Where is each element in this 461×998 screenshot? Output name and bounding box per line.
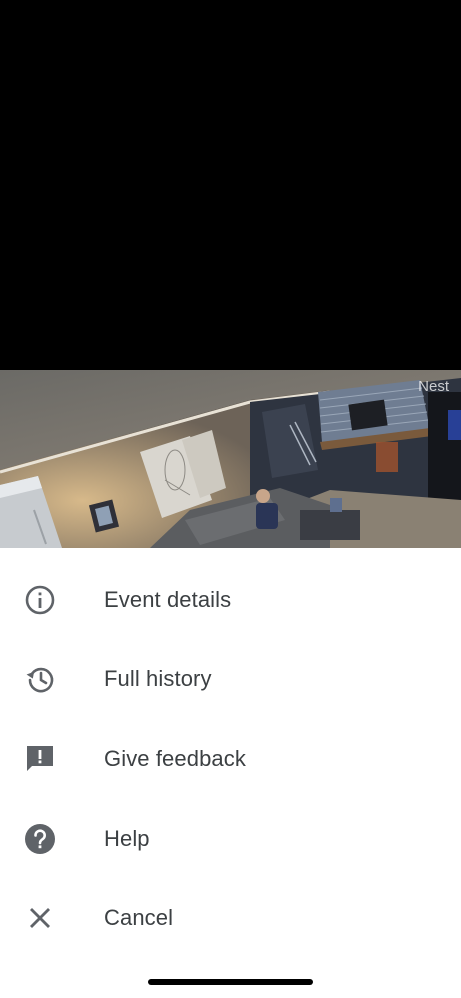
menu-item-label: Give feedback: [104, 745, 246, 771]
menu-item-cancel[interactable]: Cancel: [0, 878, 461, 958]
menu-item-event-details[interactable]: Event details: [0, 560, 461, 640]
home-indicator[interactable]: [148, 979, 313, 985]
menu-item-help[interactable]: Help: [0, 799, 461, 879]
help-icon: [24, 823, 56, 855]
action-menu: Event details Full history Give feedback…: [0, 548, 461, 958]
video-letterbox: [0, 0, 461, 370]
history-icon: [24, 663, 56, 695]
camera-snapshot[interactable]: Nest: [0, 370, 461, 548]
action-sheet: Event details Full history Give feedback…: [0, 548, 461, 998]
close-icon: [24, 902, 56, 934]
menu-item-give-feedback[interactable]: Give feedback: [0, 719, 461, 799]
menu-item-full-history[interactable]: Full history: [0, 640, 461, 720]
menu-item-label: Help: [104, 825, 150, 851]
menu-item-label: Cancel: [104, 905, 174, 931]
menu-item-label: Full history: [104, 666, 212, 692]
info-icon: [24, 584, 56, 616]
camera-image: [0, 370, 461, 548]
nest-watermark: Nest: [418, 378, 449, 395]
feedback-icon: [24, 743, 56, 775]
menu-item-label: Event details: [104, 586, 232, 612]
